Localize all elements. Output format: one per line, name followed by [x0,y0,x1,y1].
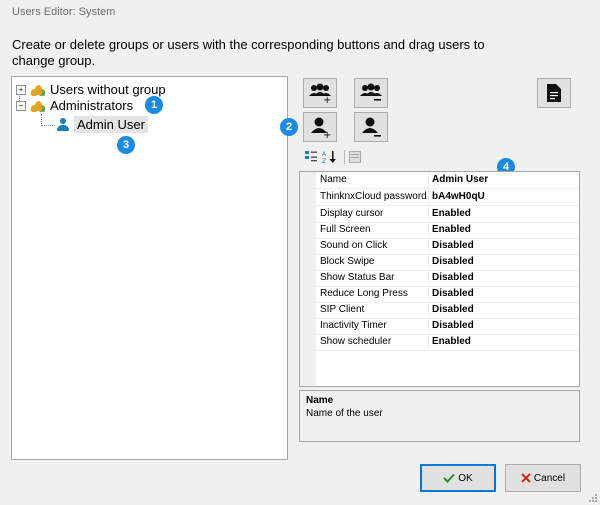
property-row-reduce-long-press[interactable]: Reduce Long Press Disabled [300,286,579,303]
property-grid[interactable]: Name Admin User ThinknxCloud password bA4w… [299,171,580,387]
svg-text:+: + [323,95,331,104]
user-icon [56,118,69,131]
property-row-sip-client[interactable]: SIP Client Disabled [300,302,579,319]
property-row-name[interactable]: Name Admin User [300,172,579,189]
expand-icon[interactable]: + [16,84,26,95]
property-row-show-scheduler[interactable]: Show scheduler Enabled [300,334,579,351]
add-group-button[interactable]: + [303,78,337,108]
tree-node-label: Users without group [50,82,166,97]
remove-group-icon [360,83,382,101]
tree-connector [41,125,55,126]
svg-text:+: + [323,130,331,138]
property-label: Show scheduler [320,334,429,350]
property-label: Full Screen [320,222,429,238]
property-description-pane: Name Name of the user [299,390,580,442]
check-icon [443,473,455,483]
callout-badge-3: 3 [117,136,135,154]
property-row-full-screen[interactable]: Full Screen Enabled [300,222,579,239]
property-value[interactable]: Disabled [432,318,474,334]
group-icon [30,100,46,112]
cancel-button-label: Cancel [533,472,566,484]
toolbar-separator [344,150,345,164]
document-icon [547,84,561,102]
remove-group-button[interactable] [354,78,388,108]
property-value[interactable]: Disabled [432,302,474,318]
property-value[interactable]: Disabled [432,254,474,270]
property-value[interactable]: Enabled [432,206,471,222]
property-row-show-status-bar[interactable]: Show Status Bar Disabled [300,270,579,287]
property-value[interactable]: bA4wH0qU [432,189,485,205]
property-value[interactable]: Disabled [432,286,474,302]
property-grid-toolbar: AZ [304,150,363,165]
tree-node-administrators[interactable]: − Administrators [16,98,133,113]
remove-user-icon [362,117,381,137]
add-user-button[interactable]: + [303,112,337,142]
property-row-display-cursor[interactable]: Display cursor Enabled [300,206,579,223]
description-text: Name of the user [306,408,383,419]
property-label: Sound on Click [320,238,429,254]
property-label: Name [320,172,429,188]
tree-node-label: Administrators [50,98,134,113]
callout-badge-2: 2 [280,118,298,136]
resize-grip-icon[interactable] [588,493,598,503]
property-label: SIP Client [320,302,429,318]
property-pages-icon[interactable] [349,150,363,164]
document-button[interactable] [537,78,571,108]
window-title: Users Editor: System [12,6,116,18]
ok-button[interactable]: OK [420,464,496,492]
property-value[interactable]: Enabled [432,334,471,350]
property-label: ThinknxCloud password [320,189,429,205]
ok-button-label: OK [458,472,473,484]
callout-badge-1: 1 [145,96,163,114]
group-icon [30,84,46,96]
property-row-inactivity-timer[interactable]: Inactivity Timer Disabled [300,318,579,335]
collapse-icon[interactable]: − [16,100,26,111]
add-group-icon: + [309,83,331,104]
users-tree[interactable]: + Users without group − Administrators A… [11,76,288,460]
property-label: Reduce Long Press [320,286,429,302]
property-value[interactable]: Disabled [432,238,474,254]
close-icon [521,473,531,483]
property-label: Display cursor [320,206,429,222]
property-label: Show Status Bar [320,270,429,286]
property-value[interactable]: Enabled [432,222,471,238]
tree-node-label: Admin User [74,116,148,133]
tree-node-admin-user[interactable]: Admin User [56,116,148,133]
cancel-button[interactable]: Cancel [505,464,581,492]
categorized-view-icon[interactable] [304,150,320,164]
property-label: Inactivity Timer [320,318,429,334]
tree-node-users-without-group[interactable]: + Users without group [16,82,166,97]
property-row-block-swipe[interactable]: Block Swipe Disabled [300,254,579,271]
property-row-password[interactable]: ThinknxCloud password bA4wH0qU [300,189,579,206]
property-value[interactable]: Disabled [432,270,474,286]
property-label: Block Swipe [320,254,429,270]
add-user-icon: + [311,117,331,138]
sort-alphabetical-icon[interactable]: AZ [322,150,340,165]
remove-user-button[interactable] [354,112,388,142]
instructions-text: Create or delete groups or users with th… [12,37,485,68]
svg-text:A: A [322,151,327,158]
property-value[interactable]: Admin User [432,172,488,188]
svg-text:Z: Z [322,158,326,164]
property-row-sound-on-click[interactable]: Sound on Click Disabled [300,238,579,255]
description-title: Name [306,395,334,406]
